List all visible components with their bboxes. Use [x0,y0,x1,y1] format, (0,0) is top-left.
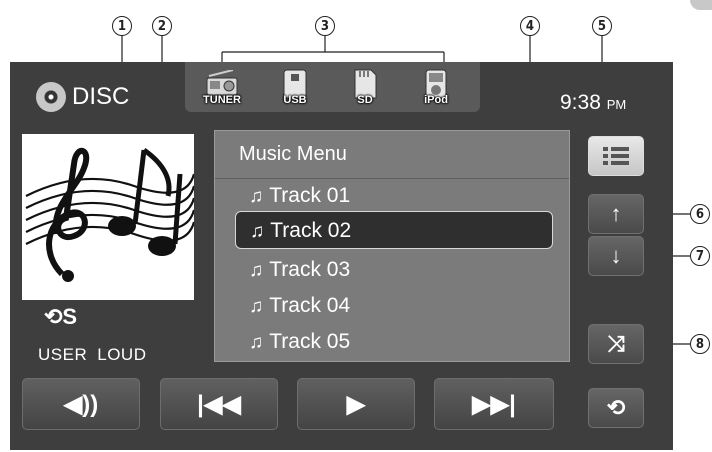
radio-icon [206,70,238,96]
play-button[interactable]: ▶ [297,378,415,430]
music-note-icon: ♫ [249,186,264,207]
source-sd-button[interactable]: SD [340,68,390,110]
track-label: Track 03 [269,258,351,281]
track-label: Track 02 [270,219,352,242]
audio-status: USER LOUD [38,345,146,365]
music-note-icon: ♫ [249,332,264,353]
source-usb-label: USB [283,94,307,106]
clock-time: 9:38 [560,91,601,114]
skip-forward-icon: ▶▶| [472,390,516,418]
scroll-up-button[interactable]: ↑ [588,194,644,234]
scroll-down-button[interactable]: ↓ [588,236,644,276]
list-icon [603,147,629,165]
callout-3: 3 [315,16,335,36]
callout-8: 8 [690,334,710,354]
music-note-icon: ♫ [250,221,265,242]
track-item[interactable]: ♫ Track 01 [235,177,553,215]
page-corner-decoration [690,0,712,10]
album-art [22,134,196,300]
shuffle-button[interactable]: ⤨ [588,324,644,364]
arrow-up-icon: ↑ [610,201,622,226]
callout-2: 2 [152,16,172,36]
source-tuner-label: TUNER [203,94,241,106]
callout-7: 7 [690,246,710,266]
music-menu-title: Music Menu [239,143,347,165]
list-view-button[interactable] [588,136,644,176]
play-icon: ▶ [346,390,366,418]
source-tuner-button[interactable]: TUNER [197,68,247,110]
shuffle-icon: ⤨ [607,331,625,356]
source-usb-button[interactable]: USB [270,68,320,110]
track-item[interactable]: ♫ Track 05 [235,323,553,361]
clock: 9:38 PM [560,91,626,115]
disc-icon [36,82,66,112]
track-item[interactable]: ♫ Track 04 [235,287,553,325]
music-notes-artwork [25,147,196,282]
source-sd-label: SD [357,94,373,106]
repeat-button[interactable]: ⟲ [588,388,644,428]
music-note-icon: ♫ [249,260,264,281]
skip-back-icon: |◀◀ [197,390,241,418]
current-source: DISC [36,82,129,112]
previous-track-button[interactable]: |◀◀ [160,378,278,430]
repeat-icon: ⟲ [606,395,626,420]
source-ipod-label: iPod [424,94,448,106]
clock-ampm: PM [606,97,627,112]
arrow-down-icon: ↓ [610,243,622,268]
track-label: Track 05 [269,330,351,353]
track-label: Track 01 [269,184,351,207]
user-eq-label: USER [38,345,88,364]
track-item[interactable]: ♫ Track 03 [235,251,553,289]
loud-label: LOUD [97,345,147,364]
music-menu: Music Menu ♫ Track 01 ♫ Track 02 ♫ Track 03… [214,130,570,362]
track-label: Track 04 [269,294,351,317]
speaker-icon: ◀)) [63,390,99,418]
music-note-icon: ♫ [249,296,264,317]
volume-button[interactable]: ◀)) [22,378,140,430]
source-ipod-button[interactable]: iPod [411,68,461,110]
current-source-label: DISC [72,83,130,110]
callout-6: 6 [690,204,710,224]
track-item-selected[interactable]: ♫ Track 02 [235,211,553,249]
repeat-status-icon: ⟲S [44,304,78,329]
source-selector-bar: TUNER USB SD iPod [185,62,480,112]
callout-5: 5 [592,16,612,36]
callout-1: 1 [112,16,132,36]
callout-4: 4 [520,16,540,36]
next-track-button[interactable]: ▶▶| [434,378,554,430]
